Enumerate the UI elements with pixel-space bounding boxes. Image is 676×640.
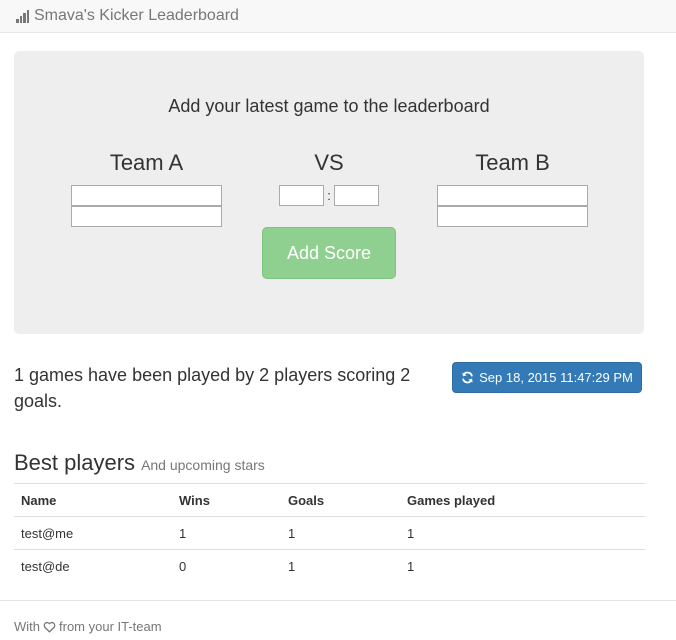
table-row: test@de 0 1 1 [14, 549, 645, 583]
brand-link[interactable]: Smava's Kicker Leaderboard [16, 7, 239, 25]
wins-cell: 1 [172, 516, 281, 550]
team-a-player1-input[interactable] [71, 185, 222, 206]
team-b-player1-input[interactable] [437, 185, 588, 206]
signal-icon [16, 9, 30, 23]
score-column: VS : [279, 150, 379, 206]
refresh-icon [462, 371, 473, 384]
leaderboard-table: Name Wins Goals Games played test@me 1 1… [14, 483, 645, 583]
team-b-player2-input[interactable] [437, 206, 588, 227]
team-a-player2-input[interactable] [71, 206, 222, 227]
add-game-panel: Add your latest game to the leaderboard … [14, 51, 644, 334]
team-a-column: Team A [71, 150, 222, 227]
refresh-timestamp: Sep 18, 2015 11:47:29 PM [479, 370, 633, 385]
wins-cell: 0 [172, 549, 281, 583]
best-players-heading: Best players And upcoming stars [14, 450, 265, 476]
goals-cell: 1 [281, 516, 400, 550]
team-a-score-input[interactable] [279, 185, 324, 206]
player-name-cell: test@de [14, 549, 172, 583]
score-separator: : [327, 188, 331, 203]
team-b-label: Team B [475, 150, 550, 175]
table-header-row: Name Wins Goals Games played [14, 483, 645, 517]
column-header-wins[interactable]: Wins [172, 483, 281, 517]
player-name-cell: test@me [14, 516, 172, 550]
table-row: test@me 1 1 1 [14, 516, 645, 550]
team-b-column: Team B [437, 150, 588, 227]
add-score-button[interactable]: Add Score [262, 227, 396, 279]
add-game-title: Add your latest game to the leaderboard [168, 96, 490, 116]
goals-cell: 1 [281, 549, 400, 583]
team-a-label: Team A [109, 150, 184, 175]
navbar: Smava's Kicker Leaderboard [0, 0, 676, 33]
brand-title: Smava's Kicker Leaderboard [34, 7, 239, 24]
stats-summary: 1 games have been played by 2 players sc… [14, 365, 411, 411]
refresh-button[interactable]: Sep 18, 2015 11:47:29 PM [452, 362, 642, 393]
games-played-cell: 1 [400, 549, 645, 583]
footer: With from your IT-team [14, 619, 162, 634]
footer-prefix: With [14, 619, 40, 634]
column-header-games-played[interactable]: Games played [400, 483, 645, 517]
heart-icon [43, 621, 56, 633]
best-players-title: Best players [14, 450, 136, 475]
column-header-goals[interactable]: Goals [281, 483, 400, 517]
footer-divider [0, 600, 676, 601]
vs-label: VS [314, 150, 344, 175]
score-row: : [279, 185, 379, 206]
team-b-score-input[interactable] [334, 185, 379, 206]
column-header-name[interactable]: Name [14, 483, 172, 517]
footer-suffix: from your IT-team [59, 619, 162, 634]
games-played-cell: 1 [400, 516, 645, 550]
best-players-subtitle: And upcoming stars [141, 457, 265, 473]
